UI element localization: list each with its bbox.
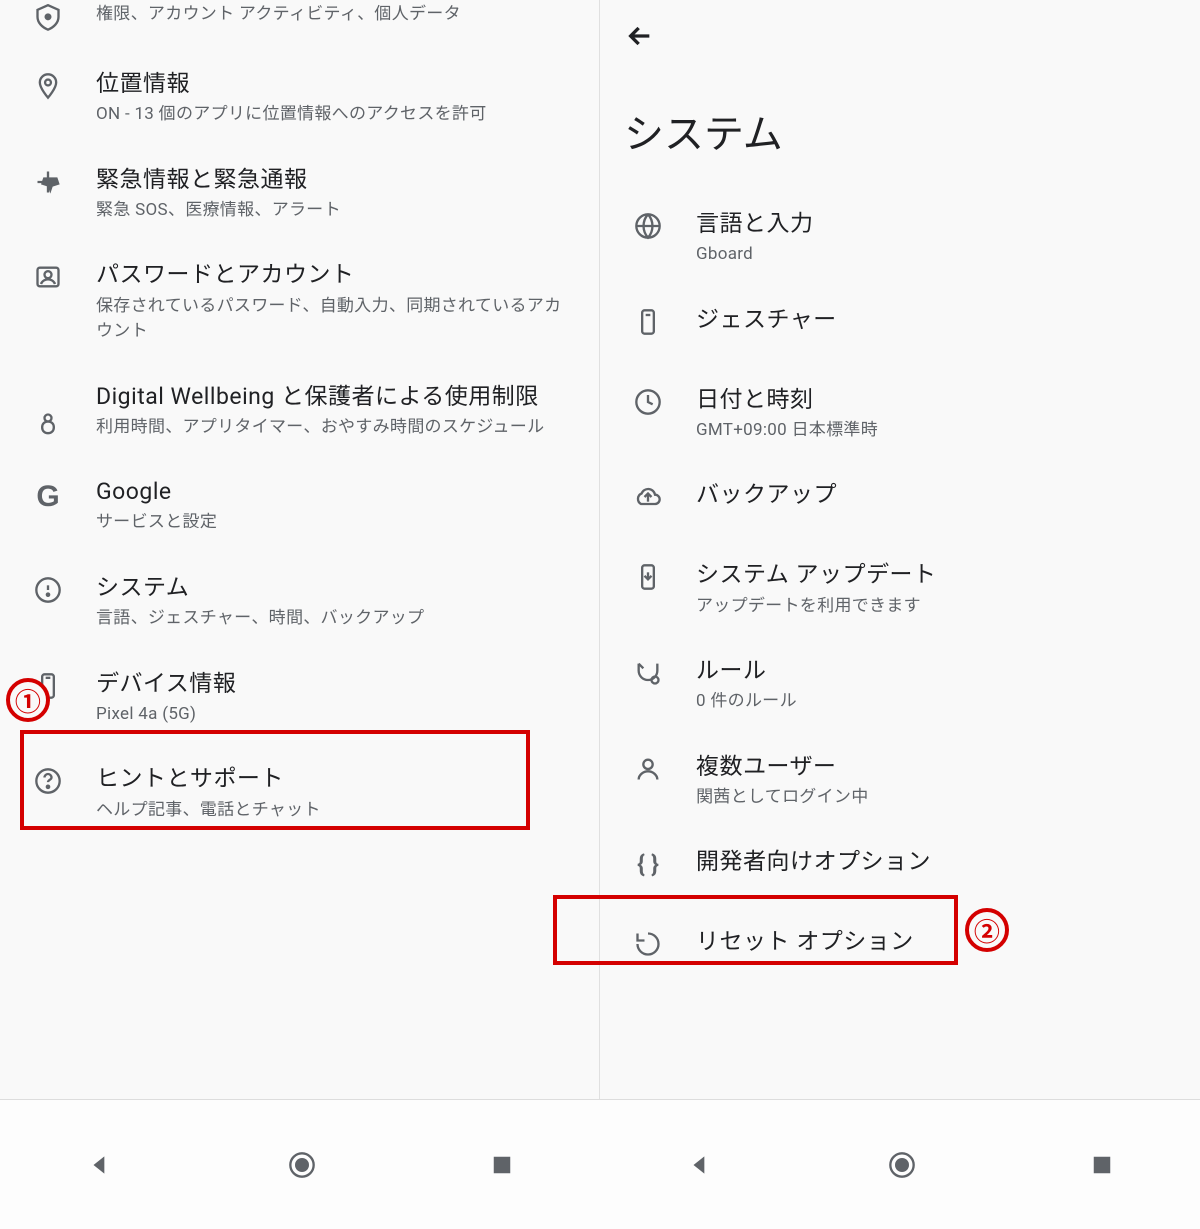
settings-item-location[interactable]: 位置情報 ON - 13 個のアプリに位置情報へのアクセスを許可 <box>0 50 599 146</box>
annotation-badge-1: ① <box>6 678 50 722</box>
settings-item-tips[interactable]: ヒントとサポート ヘルプ記事、電話とチャット <box>0 745 599 841</box>
system-item-sub: GMT+09:00 日本標準時 <box>696 418 1176 444</box>
settings-item-privacy[interactable]: 権限、アカウント アクティビティ、個人データ <box>0 0 599 50</box>
settings-item-sub: Pixel 4a (5G) <box>96 702 575 728</box>
help-icon <box>24 763 72 795</box>
system-item-rules[interactable]: ルール 0 件のルール <box>600 637 1200 733</box>
emergency-icon <box>24 164 72 196</box>
braces-icon: { } <box>624 846 672 878</box>
system-item-sub: アップデートを利用できます <box>696 594 1176 620</box>
settings-item-sub: 保存されているパスワード、自動入力、同期されているアカウント <box>96 294 575 345</box>
wellbeing-icon <box>24 381 72 439</box>
nav-back-button[interactable] <box>687 1152 713 1178</box>
reset-icon <box>624 926 672 958</box>
settings-item-sub: 言語、ジェスチャー、時間、バックアップ <box>96 606 575 632</box>
system-item-update[interactable]: システム アップデート アップデートを利用できます <box>600 541 1200 637</box>
header-bar <box>600 0 1200 72</box>
page-title: システム <box>600 72 1200 190</box>
rules-icon <box>624 655 672 687</box>
settings-item-title: システム <box>96 572 575 604</box>
nav-recents-button[interactable] <box>491 1154 513 1176</box>
system-item-title: 言語と入力 <box>696 208 1176 240</box>
settings-item-title: パスワードとアカウント <box>96 259 575 291</box>
system-item-developer[interactable]: { } 開発者向けオプション <box>600 828 1200 908</box>
settings-item-device[interactable]: デバイス情報 Pixel 4a (5G) <box>0 650 599 746</box>
settings-panel: 権限、アカウント アクティビティ、個人データ 位置情報 ON - 13 個のアプ… <box>0 0 600 1099</box>
nav-home-button[interactable] <box>888 1151 916 1179</box>
clock-icon <box>624 384 672 416</box>
system-item-title: バックアップ <box>696 479 1176 511</box>
settings-item-title: 位置情報 <box>96 68 575 100</box>
settings-item-sub: 緊急 SOS、医療情報、アラート <box>96 198 575 224</box>
settings-item-title: ヒントとサポート <box>96 763 575 795</box>
system-item-title: 複数ユーザー <box>696 751 1176 783</box>
settings-item-title: 緊急情報と緊急通報 <box>96 164 575 196</box>
settings-item-sub: サービスと設定 <box>96 510 575 536</box>
cloud-upload-icon <box>624 479 672 511</box>
nav-home-button[interactable] <box>288 1151 316 1179</box>
system-item-datetime[interactable]: 日付と時刻 GMT+09:00 日本標準時 <box>600 366 1200 462</box>
settings-item-system[interactable]: システム 言語、ジェスチャー、時間、バックアップ <box>0 554 599 650</box>
system-item-title: ジェスチャー <box>696 304 1176 336</box>
account-icon <box>24 259 72 291</box>
privacy-icon <box>24 0 72 32</box>
google-icon: G <box>24 476 72 514</box>
settings-item-google[interactable]: G Google サービスと設定 <box>0 458 599 554</box>
settings-item-sub: 権限、アカウント アクティビティ、個人データ <box>96 2 575 28</box>
system-item-gestures[interactable]: ジェスチャー <box>600 286 1200 366</box>
nav-recents-button[interactable] <box>1091 1154 1113 1176</box>
globe-icon <box>624 208 672 240</box>
system-item-sub: 関茜としてログイン中 <box>696 785 1176 811</box>
system-panel: システム 言語と入力 Gboard ジェスチャー 日付と時刻 GMT+09:00… <box>600 0 1200 1099</box>
nav-back-button[interactable] <box>87 1152 113 1178</box>
annotation-badge-2: ② <box>965 908 1009 952</box>
gesture-icon <box>624 304 672 336</box>
settings-item-emergency[interactable]: 緊急情報と緊急通報 緊急 SOS、医療情報、アラート <box>0 146 599 242</box>
settings-item-title: デバイス情報 <box>96 668 575 700</box>
settings-item-wellbeing[interactable]: Digital Wellbeing と保護者による使用制限 利用時間、アプリタイ… <box>0 363 599 459</box>
settings-item-title: Digital Wellbeing と保護者による使用制限 <box>96 381 575 413</box>
settings-item-sub: 利用時間、アプリタイマー、おやすみ時間のスケジュール <box>96 415 575 441</box>
system-item-title: ルール <box>696 655 1176 687</box>
system-item-title: システム アップデート <box>696 559 1176 591</box>
update-icon <box>624 559 672 591</box>
system-item-sub: Gboard <box>696 242 1176 268</box>
settings-item-passwords[interactable]: パスワードとアカウント 保存されているパスワード、自動入力、同期されているアカウ… <box>0 241 599 362</box>
settings-item-title: Google <box>96 476 575 508</box>
system-icon <box>24 572 72 604</box>
back-button[interactable] <box>624 20 1176 52</box>
system-item-title: リセット オプション <box>696 926 1176 958</box>
settings-item-sub: ON - 13 個のアプリに位置情報へのアクセスを許可 <box>96 102 575 128</box>
system-item-reset[interactable]: リセット オプション <box>600 908 1200 988</box>
user-icon <box>624 751 672 783</box>
navigation-bar <box>0 1099 1200 1229</box>
system-item-title: 開発者向けオプション <box>696 846 1176 878</box>
location-icon <box>24 68 72 100</box>
system-item-users[interactable]: 複数ユーザー 関茜としてログイン中 <box>600 733 1200 829</box>
system-item-backup[interactable]: バックアップ <box>600 461 1200 541</box>
system-item-title: 日付と時刻 <box>696 384 1176 416</box>
settings-item-sub: ヘルプ記事、電話とチャット <box>96 798 575 824</box>
system-item-sub: 0 件のルール <box>696 689 1176 715</box>
system-item-language[interactable]: 言語と入力 Gboard <box>600 190 1200 286</box>
